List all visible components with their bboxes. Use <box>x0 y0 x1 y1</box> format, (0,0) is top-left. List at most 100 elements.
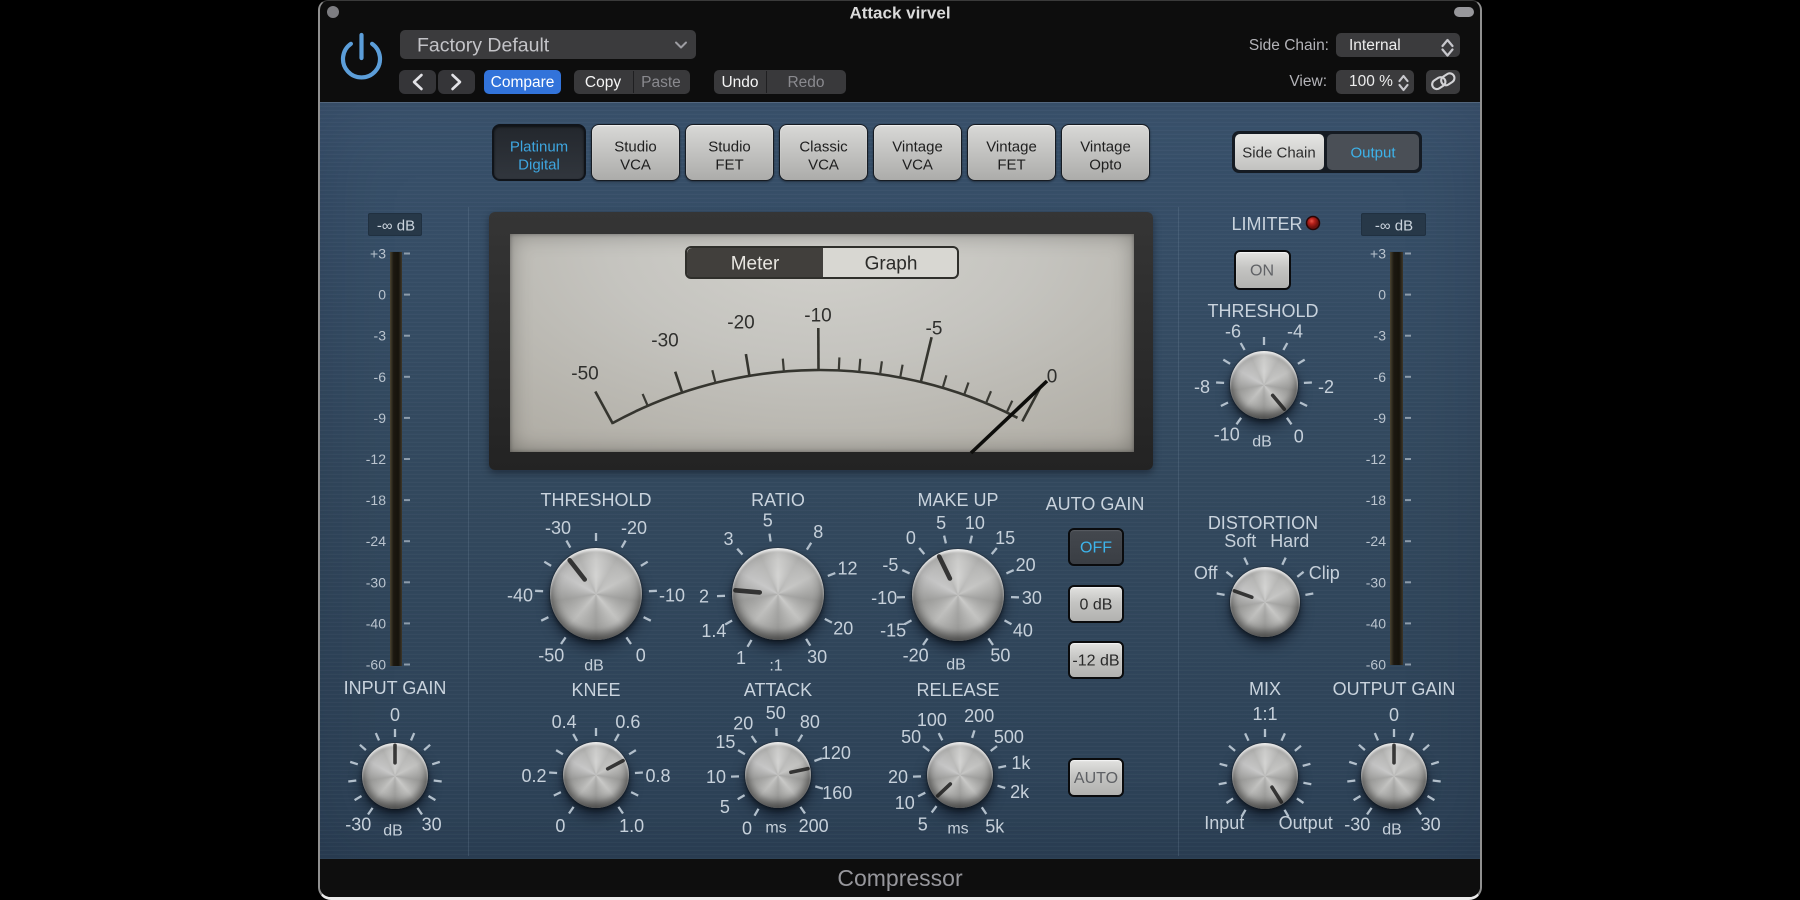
svg-text:120: 120 <box>821 743 851 763</box>
svg-text:-40: -40 <box>1366 615 1386 631</box>
svg-text:0.4: 0.4 <box>552 712 577 732</box>
svg-text:0: 0 <box>1294 426 1304 446</box>
svg-text:dB: dB <box>1382 822 1402 839</box>
svg-text:50: 50 <box>766 703 786 723</box>
svg-text:-18: -18 <box>1366 492 1386 508</box>
svg-text:100: 100 <box>917 710 947 730</box>
svg-text:Platinum: Platinum <box>510 139 568 156</box>
svg-text:0.6: 0.6 <box>615 712 640 732</box>
svg-text:0: 0 <box>390 705 400 725</box>
svg-text:-50: -50 <box>538 646 564 666</box>
svg-text:-15: -15 <box>880 621 906 641</box>
svg-text:Digital: Digital <box>518 157 560 174</box>
svg-text:Input: Input <box>1204 813 1244 833</box>
svg-text:-∞ dB: -∞ dB <box>377 218 415 235</box>
svg-text:Hard: Hard <box>1270 531 1309 551</box>
svg-text:Opto: Opto <box>1089 157 1122 174</box>
svg-text:Studio: Studio <box>708 139 751 156</box>
svg-text:Compressor: Compressor <box>837 865 963 891</box>
svg-text:30: 30 <box>807 647 827 667</box>
svg-text:Graph: Graph <box>865 254 918 275</box>
svg-text:-6: -6 <box>1225 321 1241 341</box>
svg-text:VCA: VCA <box>620 157 651 174</box>
svg-text:OUTPUT GAIN: OUTPUT GAIN <box>1333 679 1456 699</box>
svg-text:0: 0 <box>378 287 386 303</box>
svg-text:-30: -30 <box>1344 815 1370 835</box>
svg-text:RATIO: RATIO <box>751 490 805 510</box>
svg-text:-12 dB: -12 dB <box>1072 653 1119 670</box>
svg-text:-6: -6 <box>1374 369 1387 385</box>
svg-text:0 dB: 0 dB <box>1080 597 1113 614</box>
svg-text:500: 500 <box>994 727 1024 747</box>
svg-text:-2: -2 <box>1318 377 1334 397</box>
svg-text:AUTO: AUTO <box>1074 770 1118 787</box>
svg-text:20: 20 <box>888 767 908 787</box>
svg-text:Side Chain:: Side Chain: <box>1249 37 1329 54</box>
svg-text:0: 0 <box>906 528 916 548</box>
svg-text:Output: Output <box>1350 145 1396 162</box>
svg-text:-8: -8 <box>1194 377 1210 397</box>
svg-text:20: 20 <box>833 619 853 639</box>
svg-text:2: 2 <box>699 587 709 607</box>
svg-text:1.4: 1.4 <box>701 621 726 641</box>
svg-text:80: 80 <box>800 712 820 732</box>
svg-text:dB: dB <box>584 658 604 675</box>
svg-text:50: 50 <box>990 646 1010 666</box>
svg-text:KNEE: KNEE <box>571 680 620 700</box>
svg-text:Output: Output <box>1279 813 1333 833</box>
svg-text:30: 30 <box>1022 588 1042 608</box>
svg-text:40: 40 <box>1013 621 1033 641</box>
svg-text:-12: -12 <box>366 451 386 467</box>
svg-text:Vintage: Vintage <box>986 139 1037 156</box>
svg-text:Soft: Soft <box>1224 531 1256 551</box>
svg-text:ms: ms <box>947 821 968 838</box>
svg-text:200: 200 <box>964 706 994 726</box>
svg-text:200: 200 <box>799 816 829 836</box>
svg-text:-3: -3 <box>374 328 387 344</box>
svg-text:-40: -40 <box>366 615 386 631</box>
svg-text:10: 10 <box>965 513 985 533</box>
svg-text:-10: -10 <box>659 585 685 605</box>
svg-text:Clip: Clip <box>1309 563 1340 583</box>
svg-text:-9: -9 <box>374 410 387 426</box>
svg-text:Redo: Redo <box>787 74 824 91</box>
svg-text:5k: 5k <box>985 816 1005 836</box>
svg-text:0: 0 <box>555 816 565 836</box>
svg-text:1: 1 <box>736 648 746 668</box>
svg-text:15: 15 <box>715 732 735 752</box>
svg-text:FET: FET <box>997 157 1025 174</box>
svg-text:dB: dB <box>383 823 403 840</box>
svg-text:Attack virvel: Attack virvel <box>849 4 950 23</box>
svg-text:Side Chain: Side Chain <box>1242 145 1315 162</box>
svg-text:RELEASE: RELEASE <box>916 680 999 700</box>
svg-text:10: 10 <box>895 793 915 813</box>
svg-text:ms: ms <box>765 820 786 837</box>
svg-text:30: 30 <box>1421 815 1441 835</box>
svg-text:VCA: VCA <box>808 157 839 174</box>
svg-text:0: 0 <box>742 819 752 839</box>
svg-text:-40: -40 <box>507 585 533 605</box>
svg-text:-10: -10 <box>804 306 831 327</box>
svg-text:100 %: 100 % <box>1349 73 1393 90</box>
svg-text:1.0: 1.0 <box>619 816 644 836</box>
svg-text:INPUT GAIN: INPUT GAIN <box>344 678 447 698</box>
svg-text:-12: -12 <box>1366 451 1386 467</box>
svg-text:20: 20 <box>733 714 753 734</box>
svg-text:Undo: Undo <box>721 74 758 91</box>
svg-text:0: 0 <box>1047 367 1058 388</box>
svg-text:-18: -18 <box>366 492 386 508</box>
svg-text:-24: -24 <box>1366 533 1386 549</box>
svg-text:-∞ dB: -∞ dB <box>1375 218 1413 235</box>
svg-text:12: 12 <box>837 559 857 579</box>
svg-text:-6: -6 <box>374 369 387 385</box>
svg-text:0: 0 <box>1378 287 1386 303</box>
svg-text:-10: -10 <box>871 588 897 608</box>
svg-text:-10: -10 <box>1214 425 1240 445</box>
svg-text:FET: FET <box>715 157 743 174</box>
svg-text:5: 5 <box>763 511 773 531</box>
svg-text:MAKE UP: MAKE UP <box>917 490 998 510</box>
svg-text:MIX: MIX <box>1249 679 1281 699</box>
svg-text:-60: -60 <box>1366 657 1386 673</box>
svg-text:2k: 2k <box>1010 782 1030 802</box>
svg-text:5: 5 <box>936 513 946 533</box>
